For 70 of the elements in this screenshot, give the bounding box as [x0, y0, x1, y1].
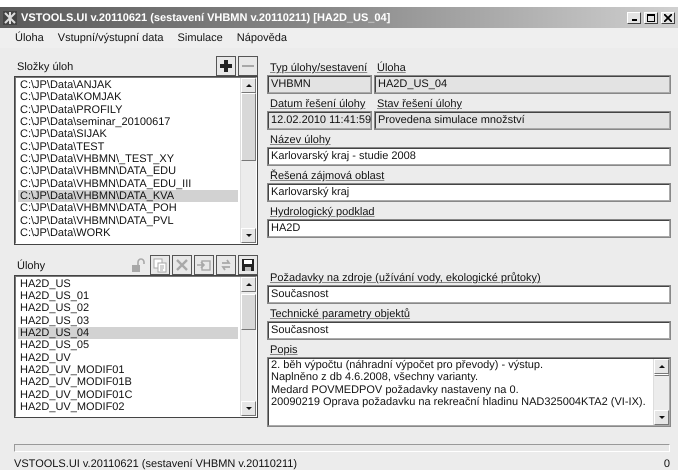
field-label: Typ úlohy/sestavení	[269, 62, 368, 74]
maximize-button[interactable]	[644, 12, 658, 24]
input-field[interactable]: HA2D	[268, 220, 670, 237]
minimize-icon	[632, 18, 636, 20]
status-text: VSTOOLS.UI v.20110621 (sestavení VHBMN v.20110211)	[14, 458, 298, 470]
list-item[interactable]: HA2D_US_03	[18, 314, 238, 327]
close-button[interactable]	[661, 12, 675, 24]
field-label: Popis	[269, 344, 299, 356]
list-item[interactable]: C:\JP\Data\VHBMN\DATA_KVA	[18, 190, 238, 202]
window-title: VSTOOLS.UI v.20110621 (sestavení VHBMN v.20110211) [HA2D_US_04]	[21, 12, 392, 24]
list-item[interactable]: HA2D_US_05	[18, 339, 238, 352]
list-item[interactable]: C:\JP\Data\VHBMN\DATA_PVL	[18, 214, 238, 228]
close-icon	[664, 14, 672, 22]
delete-icon	[174, 256, 190, 273]
minus-icon	[242, 65, 254, 67]
list-item[interactable]: C:\JP\Data\VHBMN\_TEST_XY	[18, 153, 238, 166]
field-label: Úloha	[376, 62, 407, 74]
menu-item[interactable]: Simulace	[170, 32, 230, 44]
scrollbar[interactable]	[240, 78, 256, 243]
field-label: Hydrologický podklad	[269, 206, 376, 218]
input-field[interactable]: 12.02.2010 11:41:59	[268, 112, 371, 129]
status-count: 0	[664, 458, 670, 470]
field-label: Požadavky na zdroje (užívání vody, ekologické průtoky)	[269, 272, 542, 284]
floppy-disk-button[interactable]	[238, 254, 258, 275]
field-label: Datum řešení úlohy	[269, 98, 366, 110]
folders-label: Složky úloh	[16, 61, 74, 75]
list-item[interactable]: HA2D_US_01	[18, 290, 238, 302]
input-field[interactable]: Karlovarský kraj - studie 2008	[268, 148, 670, 165]
pages-icon	[152, 256, 168, 273]
list-item[interactable]: HA2D_UV_MODIF01	[18, 364, 238, 376]
list-item[interactable]: C:\JP\Data\ANJAK	[18, 79, 238, 92]
list-item[interactable]: HA2D_US	[18, 278, 238, 290]
list-item[interactable]: C:\JP\Data\VHBMN\DATA_POH	[18, 202, 238, 215]
maximize-icon	[647, 14, 655, 22]
input-field[interactable]: Současnost	[268, 322, 670, 339]
input-field[interactable]: Provedena simulace množství	[375, 112, 670, 129]
scrollbar[interactable]	[653, 359, 669, 425]
menu-item[interactable]: Nápověda	[230, 32, 294, 44]
field-label: Technické parametry objektů	[269, 308, 412, 320]
description-field[interactable]: 2. běh výpočtu (náhradní výpočet pro převody) - výstup. Naplněno z db 4.6.2008, všechny varianty. Medard POVMEDPOV požadavky nastaveny na 0. 20090219 Oprava požadavku na rekreační hladinu NAD325004KTA2 (VI-IX).	[268, 358, 670, 426]
list-item[interactable]: C:\JP\Data\PROFILY	[18, 104, 238, 116]
app-logo-icon	[2, 10, 18, 26]
list-item[interactable]: C:\JP\Data\WORK	[18, 227, 238, 240]
list-item[interactable]: C:\JP\Data\TEST	[18, 140, 238, 154]
menu-item[interactable]: Vstupní/výstupní data	[50, 32, 171, 44]
list-item[interactable]: C:\JP\Data\KOMJAK	[18, 91, 238, 104]
padlock-icon	[130, 256, 146, 273]
plus-button[interactable]	[216, 56, 236, 76]
list-item[interactable]: C:\JP\Data\VHBMN\DATA_EDU	[18, 165, 238, 178]
tasks-label: Úlohy	[16, 260, 46, 274]
plus-icon	[218, 58, 234, 74]
list-item[interactable]: HA2D_UV	[18, 352, 238, 364]
list-item[interactable]: HA2D_UV_MODIF01C	[18, 388, 238, 401]
input-field[interactable]: HA2D_US_04	[375, 76, 670, 93]
scrollbar[interactable]	[240, 276, 256, 416]
minimize-button[interactable]	[627, 12, 641, 24]
list-item[interactable]: HA2D_UV_MODIF01B	[18, 376, 238, 389]
input-field[interactable]: VHBMN	[268, 76, 371, 93]
field-label: Název úlohy	[269, 134, 332, 146]
list-item[interactable]: C:\JP\Data\SIJAK	[18, 128, 238, 141]
list-item[interactable]: HA2D_US_04	[18, 326, 238, 340]
list-item[interactable]: HA2D_UV_MODIF02	[18, 400, 238, 414]
list-item[interactable]: HA2D_US_02	[18, 302, 238, 315]
field-label: Řešená zájmová oblast	[269, 170, 386, 182]
field-label: Stav řešení úlohy	[376, 98, 463, 110]
list-item[interactable]: C:\JP\Data\VHBMN\DATA_EDU_III	[18, 178, 238, 190]
input-field[interactable]: Současnost	[268, 286, 670, 303]
menu-item[interactable]: Úloha	[8, 32, 51, 44]
input-field[interactable]: Karlovarský kraj	[268, 184, 670, 201]
list-item[interactable]: C:\JP\Data\seminar_20100617	[18, 116, 238, 128]
